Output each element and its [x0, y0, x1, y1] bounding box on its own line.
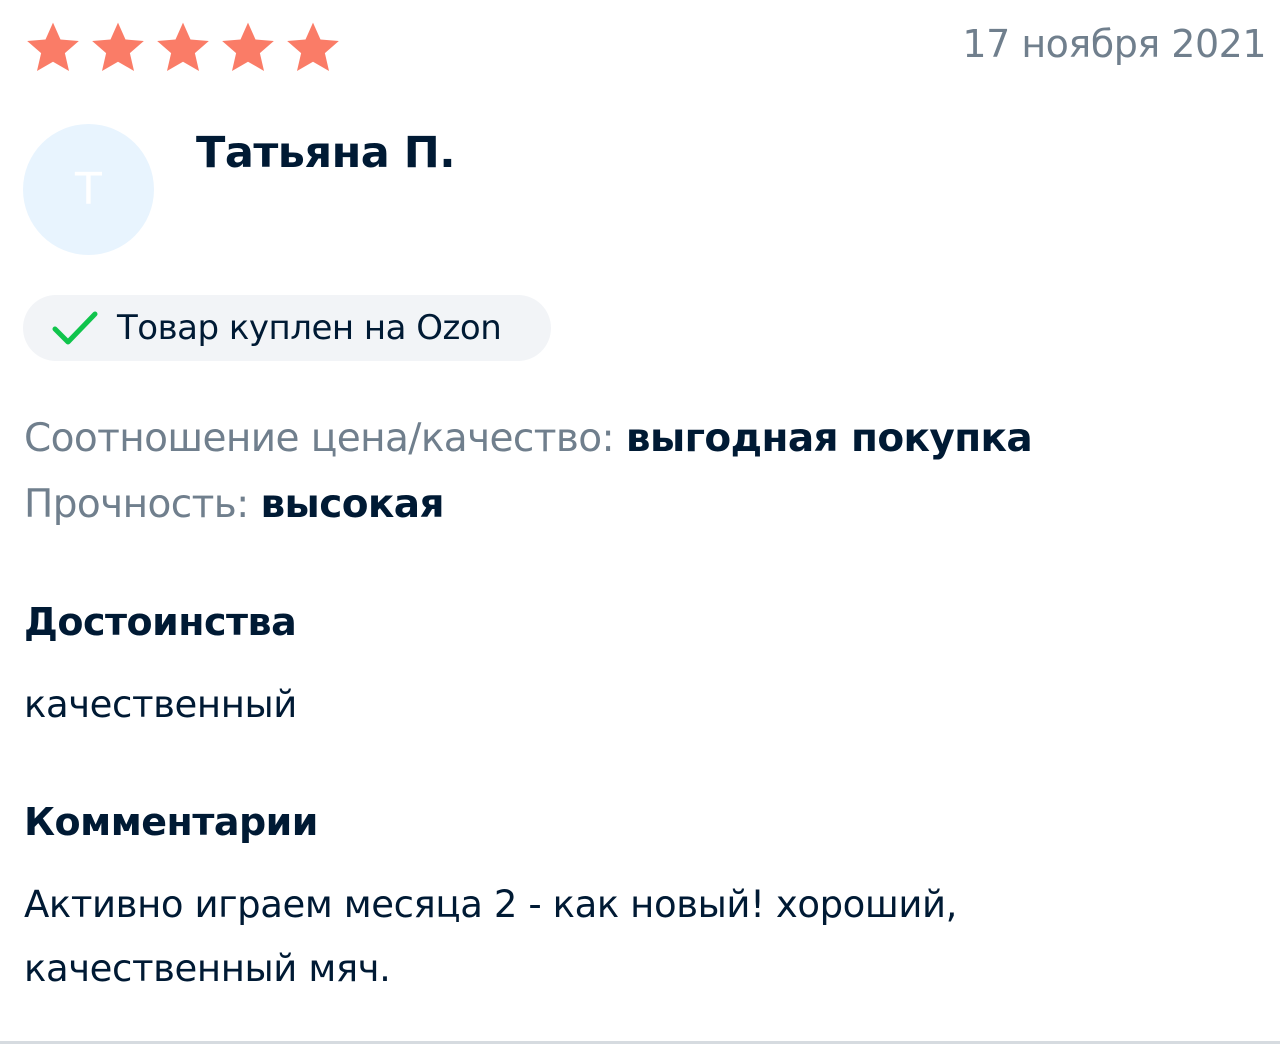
- author-name: Татьяна П.: [196, 128, 456, 178]
- property-value: выгодная покупка: [625, 416, 1033, 461]
- rating-stars: [22, 17, 344, 79]
- purchase-badge: Товар куплен на Ozon: [23, 295, 551, 361]
- pros-heading: Достоинства: [24, 600, 297, 644]
- property-label: Прочность:: [24, 482, 249, 527]
- purchase-badge-text: Товар куплен на Ozon: [117, 308, 502, 348]
- star-icon: [92, 22, 144, 71]
- avatar-initial: Т: [75, 164, 102, 215]
- star-icon: [287, 22, 339, 71]
- pros-text: качественный: [24, 683, 297, 726]
- star-icon: [157, 22, 209, 71]
- star-icon: [27, 22, 79, 71]
- property-durability: Прочность: высокая: [24, 482, 445, 527]
- property-price-quality: Соотношение цена/качество: выгодная поку…: [24, 416, 1033, 461]
- review-date: 17 ноября 2021: [962, 22, 1266, 66]
- property-value: высокая: [260, 482, 444, 527]
- comments-heading: Комментарии: [24, 800, 318, 844]
- star-icon: [222, 22, 274, 71]
- comments-text: Активно играем месяца 2 - как новый! хор…: [24, 883, 958, 990]
- property-label: Соотношение цена/качество:: [24, 416, 615, 461]
- checkmark-icon: [52, 311, 98, 345]
- avatar: Т: [23, 124, 154, 255]
